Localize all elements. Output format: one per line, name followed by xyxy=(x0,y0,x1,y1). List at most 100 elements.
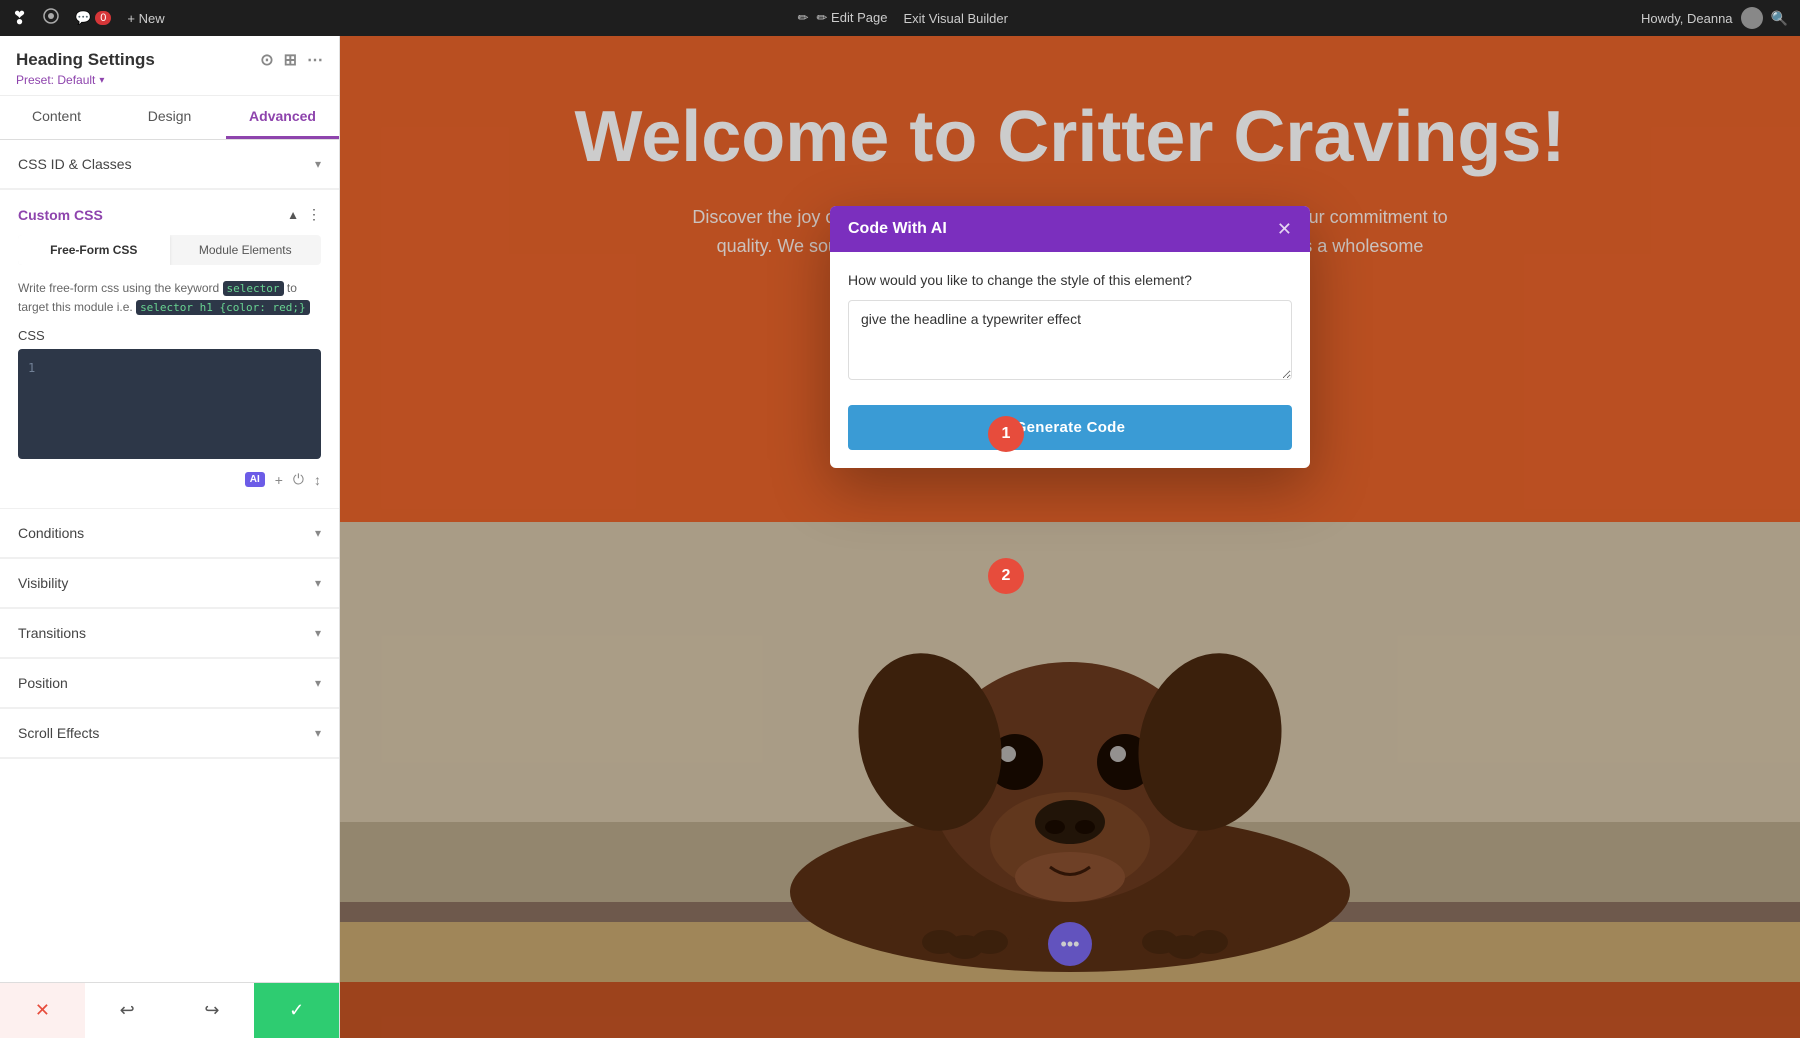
sub-tab-freeform[interactable]: Free-Form CSS xyxy=(18,235,170,265)
step-badge-2: 2 xyxy=(988,558,1024,594)
save-button[interactable]: ✓ xyxy=(254,983,339,1038)
modal-body: How would you like to change the style o… xyxy=(830,252,1310,405)
sub-tab-module[interactable]: Module Elements xyxy=(170,235,322,265)
cancel-icon: ✕ xyxy=(35,1000,50,1021)
transitions-chevron: ▾ xyxy=(315,626,321,640)
tab-advanced[interactable]: Advanced xyxy=(226,96,339,139)
focus-icon[interactable]: ⊙ xyxy=(260,50,273,70)
css-description: Write free-form css using the keyword se… xyxy=(18,279,321,316)
css-id-classes-section: CSS ID & Classes ▾ xyxy=(0,140,339,190)
position-header[interactable]: Position ▾ xyxy=(0,659,339,708)
position-chevron: ▾ xyxy=(315,676,321,690)
canvas: Welcome to Critter Cravings! Discover th… xyxy=(340,36,1800,1038)
custom-css-options-icon[interactable]: ⋮ xyxy=(307,206,321,223)
modal-title: Code With AI xyxy=(848,220,947,238)
howdy-text: Howdy, Deanna xyxy=(1641,11,1733,26)
admin-bar: ❣ 💬 0 + New ✏ ✏ Edit Page Exit Visual Bu… xyxy=(0,0,1800,36)
wp-logo-icon[interactable]: ❣ xyxy=(12,8,27,29)
save-icon: ✓ xyxy=(289,1000,304,1021)
edit-icon: ✏ xyxy=(798,10,809,26)
columns-icon[interactable]: ⊞ xyxy=(284,50,297,70)
modal-close-button[interactable]: ✕ xyxy=(1277,220,1292,238)
scroll-effects-header[interactable]: Scroll Effects ▾ xyxy=(0,709,339,758)
new-label: + New xyxy=(127,11,164,26)
visibility-header[interactable]: Visibility ▾ xyxy=(0,559,339,608)
conditions-chevron: ▾ xyxy=(315,526,321,540)
admin-bar-right: Howdy, Deanna 🔍 xyxy=(1641,7,1788,29)
search-icon[interactable]: 🔍 xyxy=(1771,10,1788,27)
tabs-row: Content Design Advanced xyxy=(0,96,339,140)
scroll-effects-chevron: ▾ xyxy=(315,726,321,740)
transitions-section: Transitions ▾ xyxy=(0,609,339,659)
visibility-label: Visibility xyxy=(18,575,68,591)
transitions-label: Transitions xyxy=(18,625,86,641)
visibility-chevron: ▾ xyxy=(315,576,321,590)
preset-caret-icon: ▾ xyxy=(99,75,104,86)
scroll-effects-label: Scroll Effects xyxy=(18,725,99,741)
sidebar-footer: ✕ ↩ ↪ ✓ xyxy=(0,982,339,1038)
heading-settings-title: Heading Settings ⊙ ⊞ ⋯ xyxy=(16,50,323,70)
sidebar: Heading Settings ⊙ ⊞ ⋯ Preset: Default ▾… xyxy=(0,36,340,1038)
sidebar-header: Heading Settings ⊙ ⊞ ⋯ Preset: Default ▾ xyxy=(0,36,339,96)
css-id-classes-header[interactable]: CSS ID & Classes ▾ xyxy=(0,140,339,189)
sort-icon[interactable]: ↕ xyxy=(314,472,321,488)
preset-line[interactable]: Preset: Default ▾ xyxy=(16,73,323,87)
step-badge-1: 1 xyxy=(988,416,1024,452)
example-code: selector h1 {color: red;} xyxy=(136,300,310,315)
custom-css-header: Custom CSS ▲ ⋮ xyxy=(18,190,321,235)
avatar xyxy=(1741,7,1763,29)
new-btn[interactable]: + New xyxy=(127,11,164,26)
conditions-header[interactable]: Conditions ▾ xyxy=(0,509,339,558)
admin-bar-left: ❣ 💬 0 + New xyxy=(12,8,165,29)
custom-css-title: Custom CSS xyxy=(18,207,103,223)
modal-question: How would you like to change the style o… xyxy=(848,272,1292,288)
transitions-header[interactable]: Transitions ▾ xyxy=(0,609,339,658)
sidebar-content: CSS ID & Classes ▾ Custom CSS ▲ ⋮ xyxy=(0,140,339,982)
selector-keyword: selector xyxy=(223,281,284,296)
modal-close-icon: ✕ xyxy=(1277,219,1292,239)
site-icon[interactable] xyxy=(43,8,59,29)
css-label: CSS xyxy=(18,328,321,343)
exit-builder-btn[interactable]: Exit Visual Builder xyxy=(903,11,1008,26)
edit-page-btn[interactable]: ✏ ✏ Edit Page xyxy=(798,10,888,26)
redo-button[interactable]: ↪ xyxy=(170,983,255,1038)
tab-design[interactable]: Design xyxy=(113,96,226,139)
css-id-classes-label: CSS ID & Classes xyxy=(18,156,132,172)
modal-header: Code With AI ✕ xyxy=(830,206,1310,252)
visibility-section: Visibility ▾ xyxy=(0,559,339,609)
custom-css-header-icons: ▲ ⋮ xyxy=(287,206,321,223)
tab-content[interactable]: Content xyxy=(0,96,113,139)
css-editor[interactable]: 1 xyxy=(18,349,321,459)
more-options-icon[interactable]: ⋯ xyxy=(307,50,323,70)
undo-icon: ↩ xyxy=(120,1000,135,1021)
generate-code-button[interactable]: Generate Code xyxy=(848,405,1292,450)
position-label: Position xyxy=(18,675,68,691)
redo-icon: ↪ xyxy=(204,1000,219,1021)
comments-btn[interactable]: 💬 0 xyxy=(75,10,111,26)
cancel-button[interactable]: ✕ xyxy=(0,983,85,1038)
sidebar-title: Heading Settings xyxy=(16,50,155,70)
scroll-effects-section: Scroll Effects ▾ xyxy=(0,709,339,759)
comments-icon: 💬 xyxy=(75,10,91,26)
header-icons: ⊙ ⊞ ⋯ xyxy=(260,50,323,70)
ai-badge[interactable]: AI xyxy=(245,472,265,487)
conditions-section: Conditions ▾ xyxy=(0,509,339,559)
css-editor-toolbar: AI + ⏻ ↕ xyxy=(18,467,321,492)
conditions-label: Conditions xyxy=(18,525,84,541)
modal-footer: Generate Code xyxy=(830,405,1310,468)
css-id-classes-chevron: ▾ xyxy=(315,157,321,171)
exit-builder-label: Exit Visual Builder xyxy=(903,11,1008,26)
modal-overlay: 1 2 Code With AI ✕ How would you like to… xyxy=(340,36,1800,1038)
preset-label: Preset: Default xyxy=(16,73,95,87)
main-layout: Heading Settings ⊙ ⊞ ⋯ Preset: Default ▾… xyxy=(0,36,1800,1038)
power-icon[interactable]: ⏻ xyxy=(293,471,304,488)
modal: Code With AI ✕ How would you like to cha… xyxy=(830,206,1310,468)
undo-button[interactable]: ↩ xyxy=(85,983,170,1038)
custom-css-section: Custom CSS ▲ ⋮ Free-Form CSS Module Elem… xyxy=(0,190,339,509)
edit-page-label: ✏ Edit Page xyxy=(817,10,888,26)
add-css-icon[interactable]: + xyxy=(275,472,283,488)
comments-count: 0 xyxy=(95,11,111,25)
caret-up-icon[interactable]: ▲ xyxy=(287,208,299,222)
position-section: Position ▾ xyxy=(0,659,339,709)
modal-textarea[interactable]: give the headline a typewriter effect xyxy=(848,300,1292,380)
